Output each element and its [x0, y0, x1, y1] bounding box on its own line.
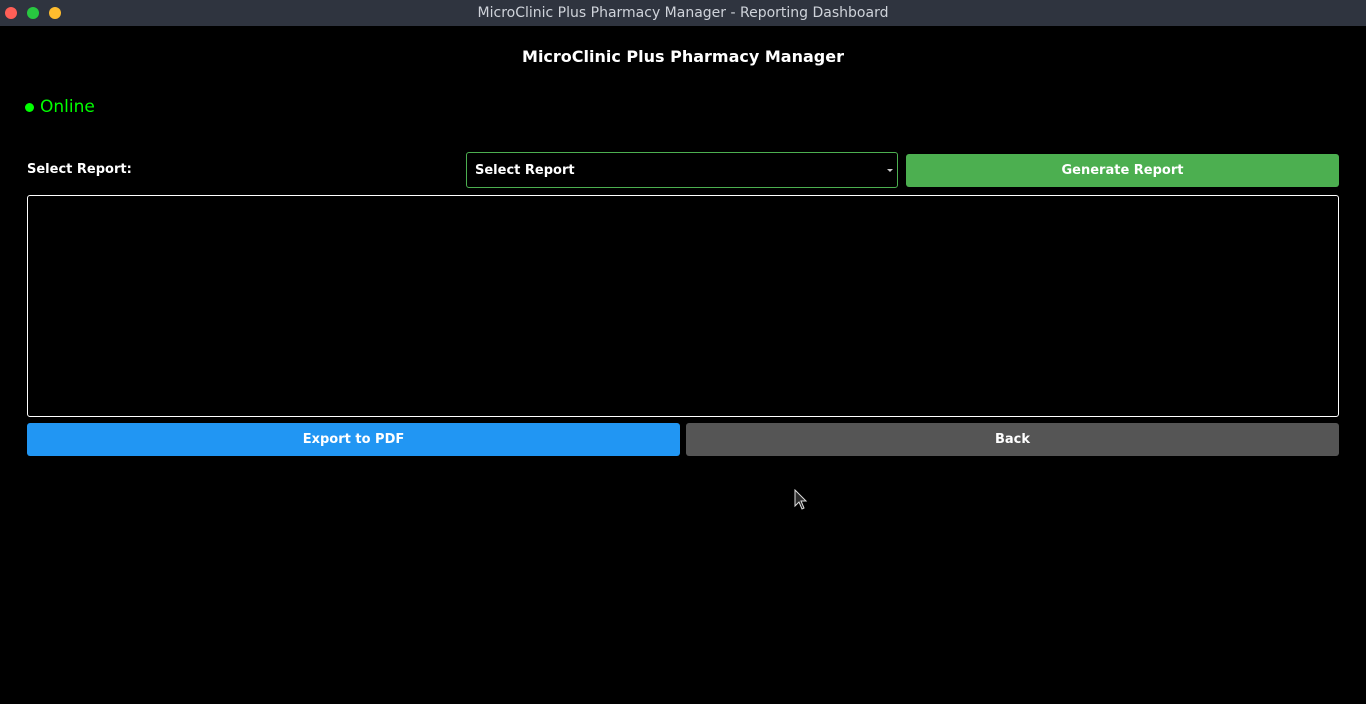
- generate-report-button[interactable]: Generate Report: [906, 154, 1339, 187]
- back-button[interactable]: Back: [686, 423, 1339, 456]
- connection-status: Online: [25, 96, 95, 118]
- select-report-label: Select Report:: [27, 162, 132, 177]
- report-select-dropdown[interactable]: Select Report: [466, 152, 898, 188]
- report-output-area[interactable]: [27, 195, 1339, 417]
- app-title: MicroClinic Plus Pharmacy Manager: [522, 47, 844, 66]
- status-dot-icon: [25, 102, 34, 112]
- chevron-down-icon: [887, 169, 893, 172]
- export-pdf-button[interactable]: Export to PDF: [27, 423, 680, 456]
- mouse-cursor-icon: [794, 489, 808, 510]
- report-select-value: Select Report: [475, 163, 575, 178]
- window-title: MicroClinic Plus Pharmacy Manager - Repo…: [477, 5, 889, 21]
- status-text: Online: [40, 97, 95, 117]
- window-titlebar: MicroClinic Plus Pharmacy Manager - Repo…: [0, 0, 1366, 26]
